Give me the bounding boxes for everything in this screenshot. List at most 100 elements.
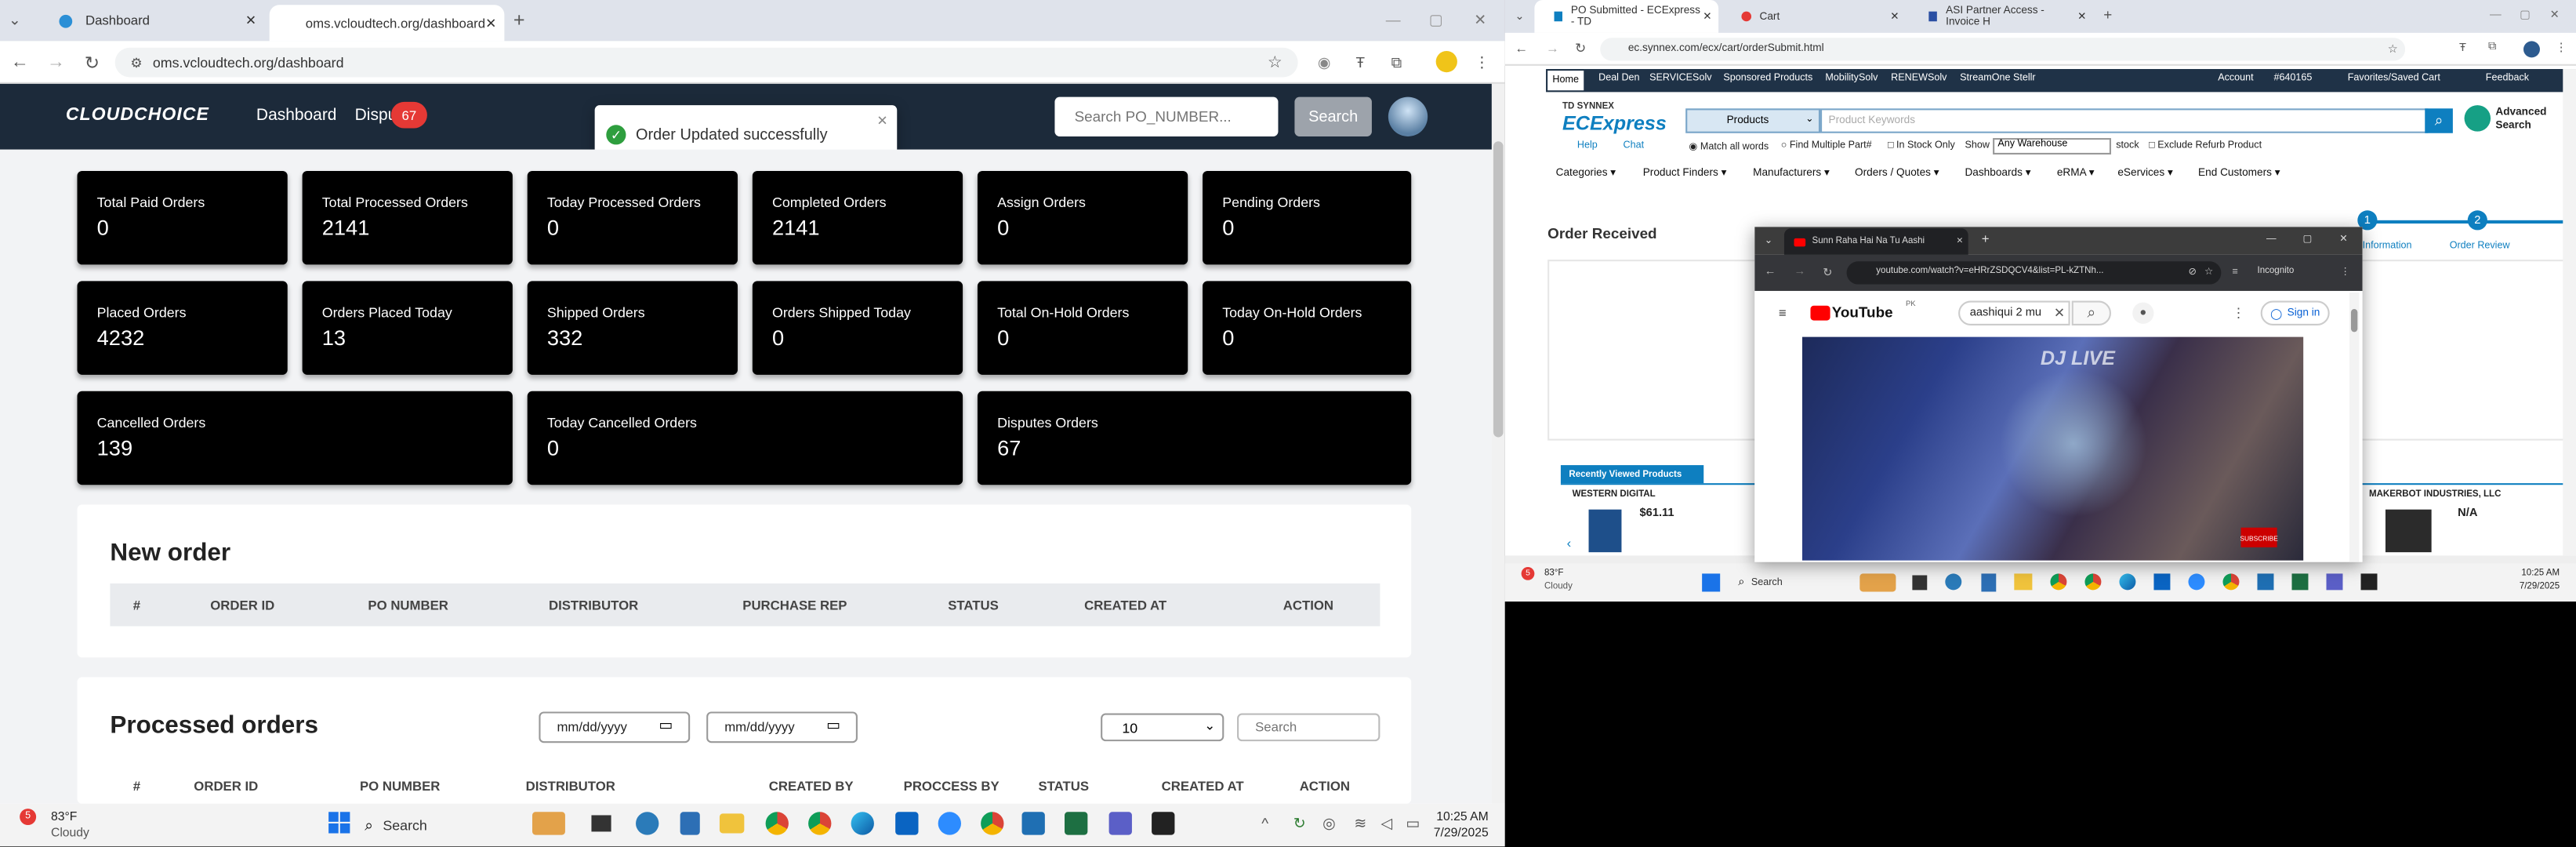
ecexpress-logo[interactable]: ECExpress [1562,112,1667,135]
edge-icon[interactable] [2119,573,2136,591]
tab-list-icon[interactable]: ⌄ [1511,8,1528,24]
chat-link[interactable]: Chat [1624,141,1645,151]
close-icon[interactable]: ✕ [1890,10,1899,24]
hamburger-menu-icon[interactable]: ≡ [1774,304,1791,321]
stat-card[interactable]: Total Processed Orders 2141 [302,170,513,265]
forward-icon[interactable]: → [46,53,66,72]
advanced-search-link[interactable]: Advanced Search [2495,107,2561,133]
minimize-icon[interactable]: — [2487,6,2504,23]
search-category-select[interactable]: Products ⌄ [1685,108,1821,133]
bookmark-star-icon[interactable]: ☆ [2386,41,2400,56]
stat-card[interactable]: Orders Placed Today 13 [302,281,513,375]
edge-icon[interactable] [851,812,874,835]
minimize-icon[interactable]: — [2264,231,2279,246]
app-icon[interactable] [1945,573,1962,591]
menu-erma[interactable]: eRMA ▾ [2057,166,2095,180]
calculator-icon[interactable] [680,812,700,835]
product-search-input[interactable]: Product Keywords [1820,108,2429,133]
app-icon[interactable] [1021,812,1045,835]
omnibox[interactable]: ⚙ oms.vcloudtech.org/dashboard ☆ [114,47,1298,78]
task-view-icon[interactable] [1912,575,1928,591]
forward-icon[interactable]: → [1544,39,1561,56]
chrome-icon[interactable] [2050,573,2067,591]
widget-icon[interactable] [1859,573,1896,592]
popup-tab[interactable]: Sunn Raha Hai Na Tu Aashi ✕ [1783,228,1968,255]
back-icon[interactable]: ← [1513,39,1529,56]
calendar-icon[interactable]: ▭ [826,717,840,735]
topnav-home[interactable]: Home [1547,71,1584,91]
close-window-icon[interactable]: ✕ [2336,231,2351,246]
subscribe-watermark[interactable]: SUBSCRIBE [2240,527,2278,547]
teams-icon[interactable] [2326,573,2343,591]
extension-icon[interactable]: ◉ [1315,53,1334,72]
product-image[interactable] [1588,509,1622,553]
stat-card[interactable]: Disputes Orders 67 [977,391,1412,485]
close-icon[interactable]: ✕ [1957,237,1964,247]
help-link[interactable]: Help [1577,141,1598,151]
app-icon[interactable] [636,812,659,835]
forward-icon[interactable]: → [1792,264,1807,279]
minimize-icon[interactable]: — [1384,10,1403,30]
chrome-active-icon[interactable] [981,812,1004,835]
new-tab-icon[interactable]: + [510,8,529,31]
vertical-scrollbar[interactable] [2563,69,2576,556]
omnibox[interactable]: ec.synnex.com/ecx/cart/orderSubmit.html … [1600,38,2406,61]
menu-orders-quotes[interactable]: Orders / Quotes ▾ [1855,166,1939,180]
stat-card[interactable]: Shipped Orders 332 [527,281,738,375]
stat-card[interactable]: Assign Orders 0 [977,170,1188,265]
weather-temp[interactable]: 83°F [51,809,77,823]
weather-desc[interactable]: Cloudy [1544,582,1573,592]
topnav-link[interactable]: SERVICESolv [1649,74,1711,84]
clock-date[interactable]: 7/29/2025 [1423,825,1489,840]
close-icon[interactable]: ✕ [485,16,496,31]
menu-manufacturers[interactable]: Manufacturers ▾ [1753,166,1830,180]
weather-temp[interactable]: 83°F [1544,569,1563,579]
exclude-refurb-checkbox[interactable]: □ Exclude Refurb Product [2149,141,2262,151]
clock-time[interactable]: 10:25 AM [1432,809,1488,823]
stat-card[interactable]: Today On-Hold Orders 0 [1203,281,1412,375]
browser-tab[interactable]: Cart ✕ [1722,0,1906,33]
topnav-link[interactable]: Sponsored Products [1723,74,1812,84]
search-icon[interactable]: ⌕ [2425,108,2453,133]
favorites-link[interactable]: Favorites/Saved Cart [2348,74,2440,84]
calculator-icon[interactable] [1981,573,1997,592]
task-view-icon[interactable] [591,815,611,832]
stat-card[interactable]: Orders Shipped Today 0 [752,281,963,375]
taskbar-search[interactable]: ⌕ Search [365,810,529,840]
browser-tab[interactable]: ASI Partner Access - Invoice H ✕ [1909,0,2093,33]
back-icon[interactable]: ← [1763,264,1778,279]
eye-off-icon[interactable]: ⊘ [2185,264,2200,279]
chrome-profile-icon[interactable] [808,812,832,835]
stat-card[interactable]: Completed Orders 2141 [752,170,963,265]
windows-start-icon[interactable] [328,812,351,834]
maximize-icon[interactable]: ▢ [2517,6,2534,23]
product-vendor[interactable]: WESTERN DIGITAL [1573,490,1656,500]
zoom-icon[interactable] [938,812,961,835]
match-all-radio[interactable]: ◉ Match all words [1689,141,1769,153]
topnav-link[interactable]: StreamOne Stellr [1960,74,2035,84]
menu-end-customers[interactable]: End Customers ▾ [2198,166,2280,180]
chevron-up-icon[interactable]: ^ [1257,813,1273,833]
popup-scrollbar[interactable] [2349,293,2360,562]
maximize-icon[interactable]: ▢ [1426,10,1446,30]
chrome-icon[interactable] [765,812,789,835]
excel-icon[interactable] [2291,573,2309,591]
close-window-icon[interactable]: ✕ [1471,10,1490,30]
stat-card[interactable]: Pending Orders 0 [1203,170,1412,265]
sign-in-button[interactable]: ◯ Sign in [2260,300,2330,325]
find-multiple-radio[interactable]: ○ Find Multiple Part# [1781,141,1872,151]
menu-eservices[interactable]: eServices ▾ [2117,166,2172,180]
bookmark-star-icon[interactable]: ☆ [2201,264,2216,279]
stat-card[interactable]: Placed Orders 4232 [77,281,288,375]
chrome-profile-icon[interactable] [2084,573,2102,591]
sync-icon[interactable]: ↻ [1290,813,1309,833]
sticky-notes-icon[interactable] [2360,573,2378,591]
stat-card[interactable]: Total On-Hold Orders 0 [977,281,1188,375]
tab-list-icon[interactable]: ⌄ [1761,234,1776,249]
profile-avatar[interactable] [1435,50,1457,73]
warehouse-select[interactable]: Any Warehouse [1993,138,2111,154]
close-window-icon[interactable]: ✕ [2546,6,2563,23]
media-icon[interactable]: ≡ [2228,264,2243,279]
scrollbar-thumb[interactable] [1493,141,1504,438]
po-search-input[interactable] [1054,96,1279,136]
